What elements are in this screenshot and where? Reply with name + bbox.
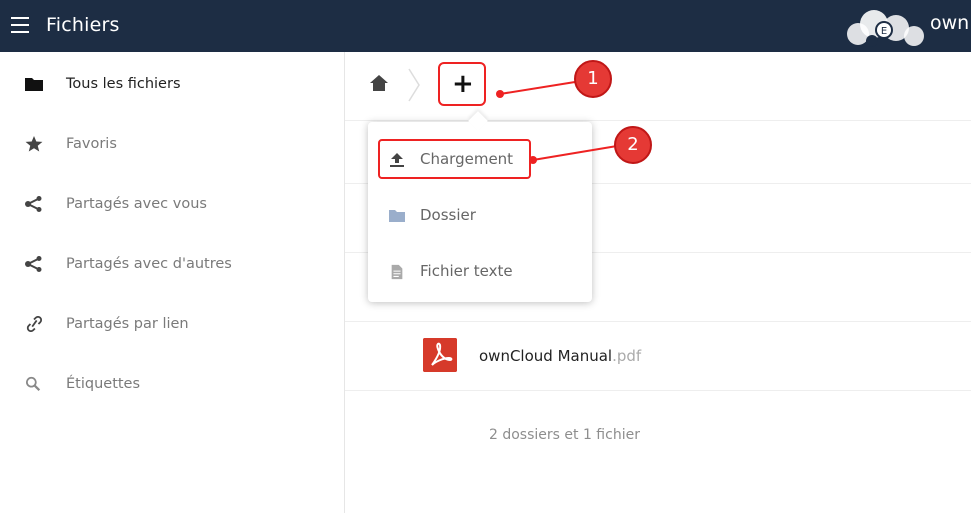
controls-bar: + xyxy=(345,52,971,121)
menu-item-label: Fichier texte xyxy=(420,262,513,280)
sidebar-item-tags[interactable]: Étiquettes xyxy=(0,354,344,414)
sidebar-item-shared-with-others[interactable]: Partagés avec d'autres xyxy=(0,234,344,294)
sidebar-item-label: Partagés avec vous xyxy=(66,196,207,212)
sidebar-item-label: Partagés avec d'autres xyxy=(66,256,232,272)
owncloud-logo-icon: E xyxy=(847,10,924,47)
top-header: Fichiers E own xyxy=(0,0,971,52)
sidebar-item-favorites[interactable]: Favoris xyxy=(0,114,344,174)
file-basename: ownCloud Manual xyxy=(479,347,613,365)
file-row[interactable]: ownCloud Manual.pdf xyxy=(345,322,971,391)
folder-icon xyxy=(25,78,43,91)
home-icon[interactable] xyxy=(369,73,389,93)
share-icon xyxy=(25,196,42,212)
menu-item-text-file[interactable]: Fichier texte xyxy=(368,244,592,300)
menu-item-label: Dossier xyxy=(420,206,476,224)
app-title[interactable]: Fichiers xyxy=(46,14,120,36)
hamburger-menu-icon[interactable] xyxy=(11,17,29,33)
search-icon xyxy=(26,376,41,392)
sidebar-item-shared-with-you[interactable]: Partagés avec vous xyxy=(0,174,344,234)
sidebar-item-shared-by-link[interactable]: Partagés par lien xyxy=(0,294,344,354)
sidebar-item-all-files[interactable]: Tous les fichiers xyxy=(0,54,344,114)
star-icon xyxy=(25,136,43,152)
breadcrumb-separator-icon xyxy=(408,68,420,102)
svg-text:E: E xyxy=(881,26,887,37)
link-icon xyxy=(26,316,43,332)
sidebar: Tous les fichiers Favoris Partagés avec … xyxy=(0,52,345,513)
file-summary: 2 dossiers et 1 fichier xyxy=(489,427,640,443)
share-icon xyxy=(25,256,42,272)
brand-text: own xyxy=(930,12,970,34)
sidebar-item-label: Partagés par lien xyxy=(66,316,189,332)
text-file-icon xyxy=(391,264,403,280)
sidebar-item-label: Favoris xyxy=(66,136,117,152)
sidebar-item-label: Étiquettes xyxy=(66,376,141,392)
callout-badge-2: 2 xyxy=(614,126,652,164)
menu-item-folder[interactable]: Dossier xyxy=(368,188,592,244)
callout-badge-1: 1 xyxy=(574,60,612,98)
upload-highlight-box xyxy=(378,139,531,179)
folder-icon xyxy=(389,210,405,222)
file-extension: .pdf xyxy=(612,347,642,365)
sidebar-item-label: Tous les fichiers xyxy=(66,76,181,92)
pdf-icon xyxy=(423,338,457,372)
file-name[interactable]: ownCloud Manual.pdf xyxy=(479,347,641,365)
plus-icon: + xyxy=(452,69,474,99)
new-button[interactable]: + xyxy=(438,62,486,106)
